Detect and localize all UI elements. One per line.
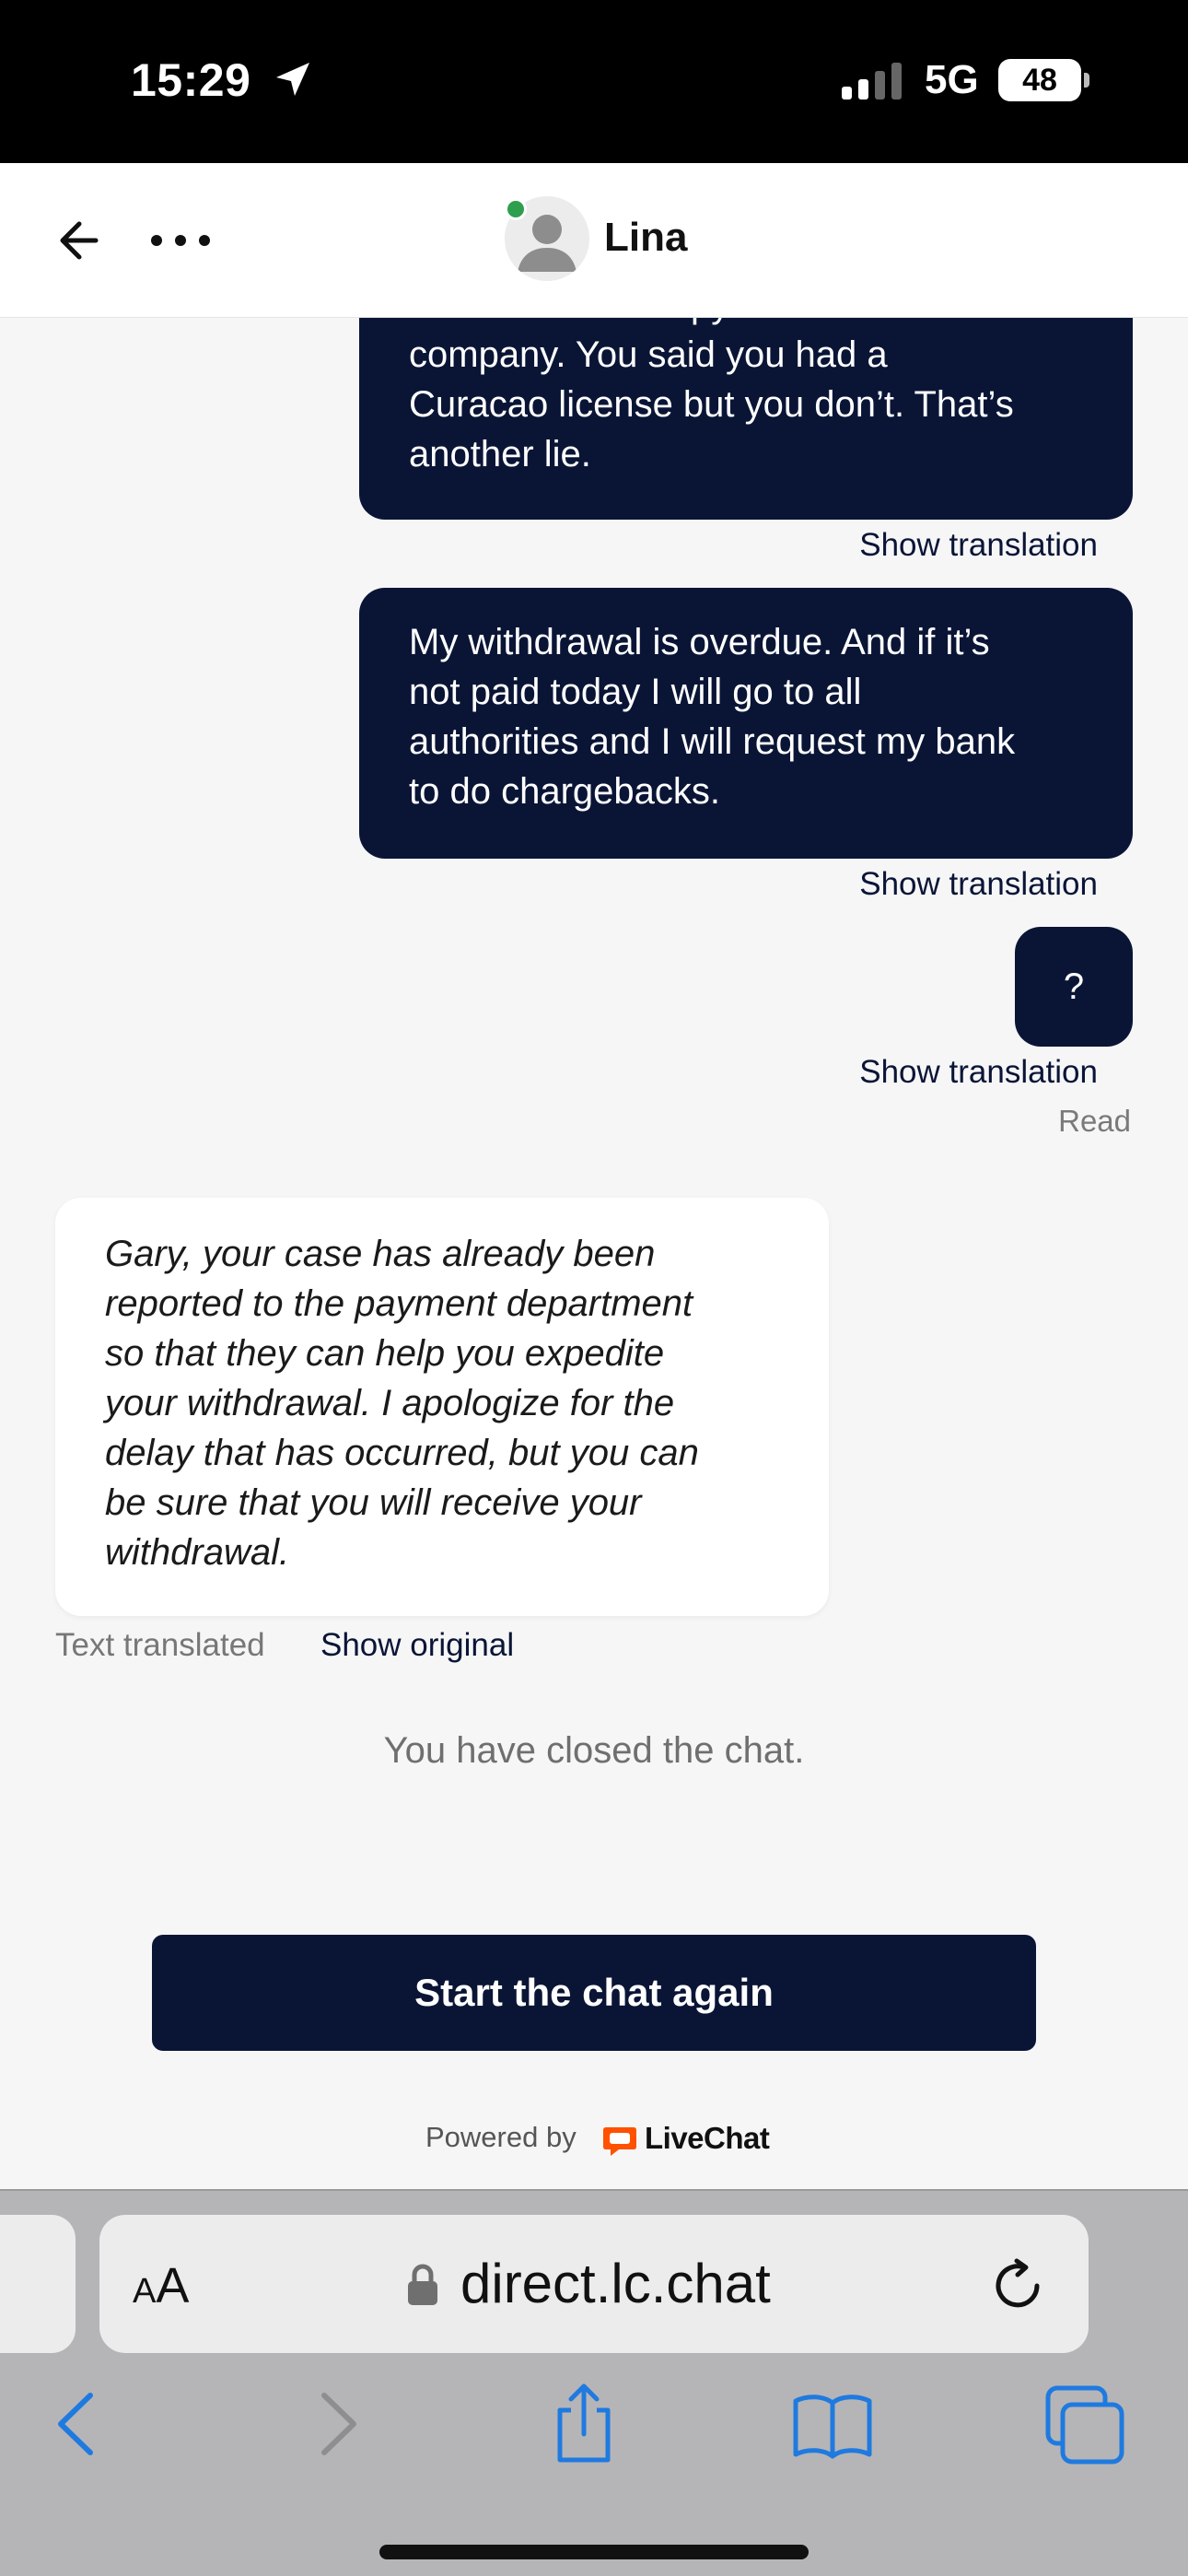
back-arrow-icon[interactable] <box>52 211 111 270</box>
bookmarks-icon[interactable] <box>792 2383 873 2465</box>
location-arrow-icon <box>276 63 309 96</box>
outgoing-message: My withdrawal is overdue. And if it’s no… <box>359 588 1133 859</box>
read-receipt: Read <box>1058 1104 1131 1138</box>
reload-icon[interactable] <box>989 2257 1046 2314</box>
message-line: not paid today I will go to all <box>409 672 862 712</box>
message-line: your withdrawal. I apologize for the <box>105 1383 675 1423</box>
message-line: another lie. <box>409 434 591 474</box>
share-icon[interactable] <box>543 2383 624 2465</box>
battery-indicator: 48 <box>998 59 1089 101</box>
message-line: delay that has occurred, but you can <box>105 1433 699 1473</box>
text-translated-label: Text translated <box>55 1627 265 1663</box>
chat-screen: 15:29 5G 48 Lina it is fa <box>0 0 1188 2576</box>
message-line: reported to the payment department <box>105 1283 693 1324</box>
browser-forward-icon[interactable] <box>297 2383 378 2465</box>
show-translation-link[interactable]: Show translation <box>859 1054 1098 1091</box>
message-line: ? <box>1063 966 1085 1007</box>
show-translation-link[interactable]: Show translation <box>859 527 1098 564</box>
message-line: authorities and I will request my bank <box>409 721 1016 762</box>
show-original-link[interactable]: Show original <box>320 1627 514 1664</box>
message-line: withdrawal. <box>105 1532 290 1573</box>
text-size-large-a: A <box>156 2258 190 2313</box>
browser-back-icon[interactable] <box>37 2383 118 2465</box>
network-type: 5G <box>925 57 979 102</box>
message-line: company. You said you had a <box>409 334 888 375</box>
chat-closed-message: You have closed the chat. <box>383 1730 805 1771</box>
outgoing-message: ? <box>1015 927 1133 1047</box>
online-status-dot <box>505 198 527 220</box>
message-line: My withdrawal is overdue. And if it’s <box>409 622 990 662</box>
incoming-message: Gary, your case has already been reporte… <box>55 1198 829 1616</box>
message-line: so that they can help you expedite <box>105 1333 665 1374</box>
agent-name: Lina <box>604 215 688 260</box>
address-bar[interactable]: AA direct.lc.chat <box>99 2215 1089 2353</box>
livechat-brand[interactable]: LiveChat <box>645 2121 770 2156</box>
message-line: Gary, your case has already been <box>105 1234 656 1274</box>
home-indicator[interactable] <box>379 2545 809 2559</box>
url-text[interactable]: direct.lc.chat <box>460 2252 771 2315</box>
previous-tab-preview[interactable] <box>0 2215 76 2353</box>
show-translation-link[interactable]: Show translation <box>859 866 1098 903</box>
message-line: be sure that you will receive your <box>105 1482 642 1523</box>
more-options-icon[interactable] <box>146 211 215 270</box>
status-bar: 15:29 5G 48 <box>0 0 1188 163</box>
tabs-icon[interactable] <box>1044 2383 1125 2465</box>
livechat-logo-icon[interactable] <box>602 2125 637 2158</box>
lock-icon <box>408 2264 437 2305</box>
message-line: to do chargebacks. <box>409 771 720 812</box>
status-time: 15:29 <box>131 54 251 106</box>
chat-header: Lina <box>0 163 1188 318</box>
start-chat-again-button[interactable]: Start the chat again <box>152 1935 1036 2051</box>
browser-toolbar: AA direct.lc.chat <box>0 2189 1188 2576</box>
signal-strength-icon <box>842 63 902 100</box>
text-size-small-a: A <box>133 2272 157 2311</box>
message-line: Curacao license but you don’t. That’s <box>409 384 1014 425</box>
powered-by-label: Powered by <box>425 2121 577 2153</box>
text-size-button[interactable]: AA <box>133 2257 189 2314</box>
